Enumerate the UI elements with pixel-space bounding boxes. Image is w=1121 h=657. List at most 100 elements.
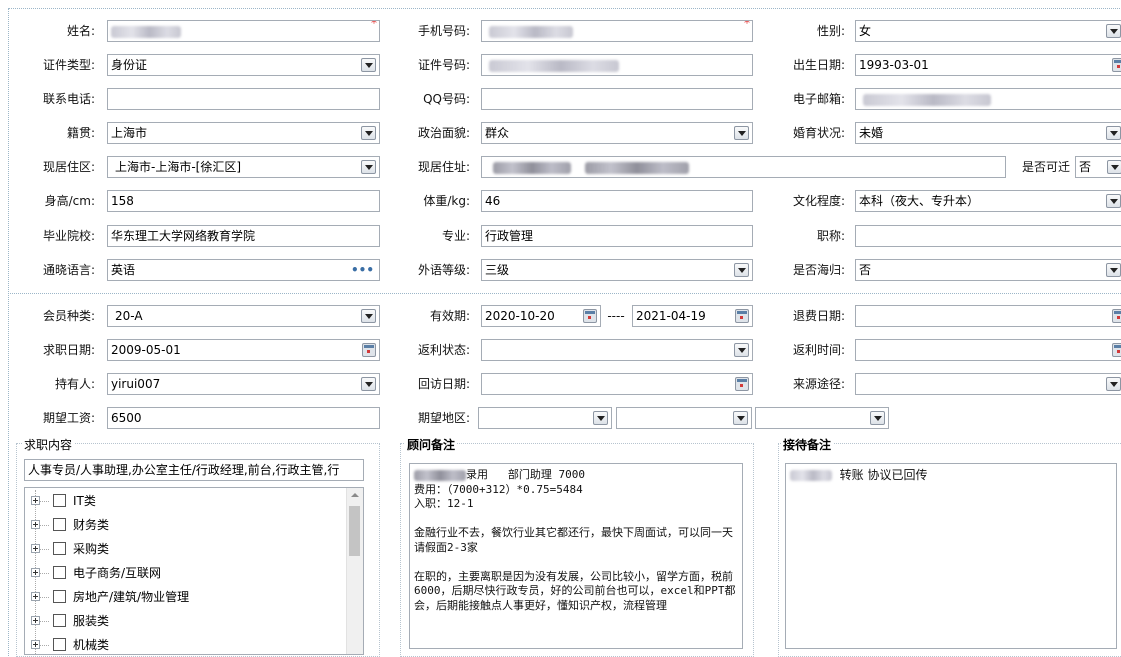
- job-category-tree[interactable]: IT类 财务类 采购类 电子商务/互联网 房地产/建筑/物业管理 服装类 机械类: [24, 487, 364, 655]
- calendar-icon[interactable]: [735, 377, 749, 391]
- chevron-down-icon[interactable]: [734, 126, 749, 140]
- expand-icon[interactable]: [31, 592, 40, 601]
- checkbox[interactable]: [53, 566, 66, 579]
- school-value: 华东理工大学网络教育学院: [111, 229, 256, 243]
- school-input[interactable]: 华东理工大学网络教育学院: [107, 225, 380, 247]
- politics-select[interactable]: 群众: [481, 122, 753, 144]
- lang-level-select[interactable]: 三级: [481, 259, 753, 281]
- chevron-down-icon[interactable]: [1106, 377, 1121, 391]
- calendar-icon[interactable]: [362, 343, 376, 357]
- reception-notes-title: 接待备注: [781, 438, 834, 452]
- calendar-icon[interactable]: [1112, 309, 1121, 323]
- marital-select[interactable]: 未婚: [855, 122, 1121, 144]
- chevron-down-icon[interactable]: [361, 126, 376, 140]
- holder-select[interactable]: yirui007: [107, 373, 380, 395]
- visit-date-input[interactable]: [481, 373, 753, 395]
- checkbox[interactable]: [53, 614, 66, 627]
- expand-icon[interactable]: [31, 496, 40, 505]
- job-date-input[interactable]: 2009-05-01: [107, 339, 380, 361]
- chevron-down-icon[interactable]: [1106, 263, 1121, 277]
- calendar-icon[interactable]: [1112, 343, 1121, 357]
- expand-icon[interactable]: [31, 544, 40, 553]
- reception-notes-textarea[interactable]: 转账 协议已回传: [785, 463, 1117, 649]
- weight-input[interactable]: 46: [481, 190, 753, 212]
- area-province-select[interactable]: [478, 407, 612, 429]
- scroll-thumb[interactable]: [349, 506, 360, 556]
- major-input[interactable]: 行政管理: [481, 225, 753, 247]
- birth-label: 出生日期:: [792, 58, 845, 72]
- scroll-up-icon[interactable]: [351, 493, 359, 497]
- expand-icon[interactable]: [31, 568, 40, 577]
- chevron-down-icon[interactable]: [734, 263, 749, 277]
- chevron-down-icon[interactable]: [733, 411, 748, 425]
- salary-input[interactable]: 6500: [107, 407, 380, 429]
- expand-icon[interactable]: [31, 640, 40, 649]
- chevron-down-icon[interactable]: [593, 411, 608, 425]
- name-input[interactable]: *: [107, 20, 380, 42]
- checkbox[interactable]: [53, 590, 66, 603]
- masked-email: [863, 93, 991, 106]
- member-type-select[interactable]: 20-A: [107, 305, 380, 327]
- rebate-status-select[interactable]: [481, 339, 753, 361]
- chevron-down-icon[interactable]: [1106, 24, 1121, 38]
- chevron-down-icon[interactable]: [361, 160, 376, 174]
- calendar-icon[interactable]: [735, 309, 749, 323]
- source-select[interactable]: [855, 373, 1121, 395]
- phone-input[interactable]: [107, 88, 380, 110]
- calendar-icon[interactable]: [583, 309, 597, 323]
- chevron-down-icon[interactable]: [361, 309, 376, 323]
- chevron-down-icon[interactable]: [361, 58, 376, 72]
- expand-icon[interactable]: [31, 520, 40, 529]
- language-label: 通晓语言:: [42, 263, 95, 277]
- job-content-summary[interactable]: 人事专员/人事助理,办公室主任/行政经理,前台,行政主管,行: [24, 459, 364, 481]
- more-icon[interactable]: •••: [351, 264, 374, 276]
- checkbox[interactable]: [53, 494, 66, 507]
- mobile-input[interactable]: *: [481, 20, 753, 42]
- language-input[interactable]: 英语 •••: [107, 259, 380, 281]
- email-input[interactable]: [855, 88, 1121, 110]
- calendar-icon[interactable]: [1112, 58, 1121, 72]
- scrollbar[interactable]: [346, 488, 363, 654]
- required-mark: *: [744, 20, 750, 30]
- district-select[interactable]: 上海市-上海市-[徐汇区]: [107, 156, 380, 178]
- gender-select[interactable]: 女: [855, 20, 1121, 42]
- tree-node[interactable]: 采购类: [25, 539, 345, 559]
- valid-from-input[interactable]: 2020-10-20: [481, 305, 601, 327]
- tree-node[interactable]: 服装类: [25, 611, 345, 631]
- refund-date-input[interactable]: [855, 305, 1121, 327]
- rebate-time-input[interactable]: [855, 339, 1121, 361]
- returnee-select[interactable]: 否: [855, 259, 1121, 281]
- valid-to-input[interactable]: 2021-04-19: [632, 305, 753, 327]
- birth-date-input[interactable]: 1993-03-01: [855, 54, 1121, 76]
- tree-node[interactable]: 电子商务/互联网: [25, 563, 345, 583]
- consultant-notes-textarea[interactable]: 录用 部门助理 7000 费用：（7000+312）*0.75=5484 入职：…: [409, 463, 743, 649]
- education-select[interactable]: 本科（夜大、专升本）: [855, 190, 1121, 212]
- rebate-status-label: 返利状态:: [417, 343, 470, 357]
- qq-input[interactable]: [481, 88, 753, 110]
- id-no-input[interactable]: [481, 54, 753, 76]
- height-input[interactable]: 158: [107, 190, 380, 212]
- tree-node[interactable]: 财务类: [25, 515, 345, 535]
- tree-node[interactable]: 机械类: [25, 635, 345, 654]
- salary-value: 6500: [111, 411, 142, 425]
- chevron-down-icon[interactable]: [361, 377, 376, 391]
- job-title-input[interactable]: [855, 225, 1121, 247]
- id-type-select[interactable]: 身份证: [107, 54, 380, 76]
- checkbox[interactable]: [53, 518, 66, 531]
- chevron-down-icon[interactable]: [1106, 126, 1121, 140]
- chevron-down-icon[interactable]: [870, 411, 885, 425]
- chevron-down-icon[interactable]: [1106, 194, 1121, 208]
- checkbox[interactable]: [53, 542, 66, 555]
- expand-icon[interactable]: [31, 616, 40, 625]
- tree-node[interactable]: 房地产/建筑/物业管理: [25, 587, 345, 607]
- tree-node[interactable]: IT类: [25, 491, 345, 511]
- chevron-down-icon[interactable]: [1107, 160, 1121, 174]
- area-city-select[interactable]: [616, 407, 752, 429]
- address-input[interactable]: [481, 156, 1006, 178]
- chevron-down-icon[interactable]: [734, 343, 749, 357]
- area-district-select[interactable]: [755, 407, 889, 429]
- checkbox[interactable]: [53, 638, 66, 651]
- tree-branch: [40, 645, 49, 646]
- native-select[interactable]: 上海市: [107, 122, 380, 144]
- relocate-select[interactable]: 否: [1075, 156, 1121, 178]
